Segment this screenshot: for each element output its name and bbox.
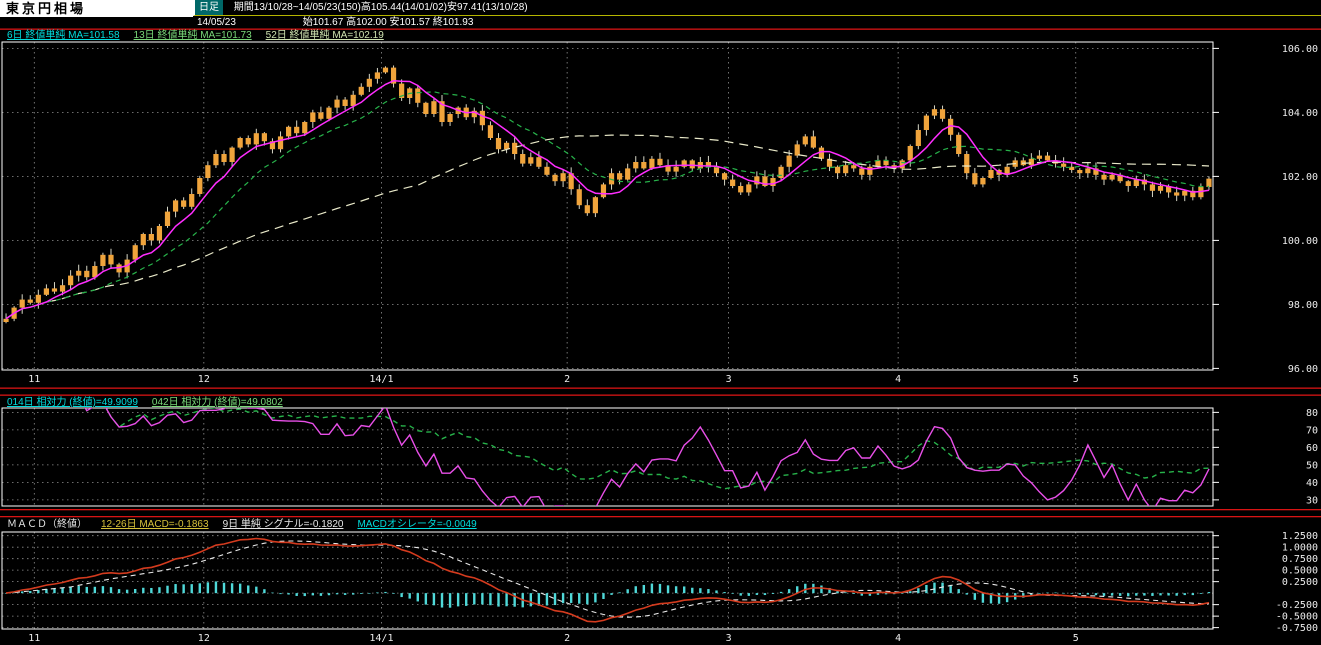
y-axis-label: 1.2500 [1282,531,1318,542]
rsi-panel-legend: 014日 相対力 (終値)=49.9099 042日 相対力 (終値)=49.08… [7,397,297,408]
y-axis-label: 100.00 [1282,236,1318,247]
period-range-label: 期間13/10/28~14/05/23(150)高105.44(14/01/02… [233,2,528,13]
y-axis-label: 106.00 [1282,44,1318,55]
y-axis-label: 1.0000 [1282,543,1318,554]
y-axis-label: 96.00 [1288,364,1318,375]
separator-line [0,387,1321,389]
ma-legend-item[interactable]: 13日 終値単純 MA=101.73 [134,30,252,41]
separator-line [0,509,1321,511]
x-axis-label: 11 [28,374,40,385]
x-axis-label: 2 [564,374,570,385]
x-axis-label: 3 [726,374,732,385]
rsi-legend-item[interactable]: 014日 相対力 (終値)=49.9099 [7,397,138,408]
x-axis-label: 2 [564,633,570,644]
x-axis-label: 4 [895,374,901,385]
price-panel-legend: 6日 終値単純 MA=101.58 13日 終値単純 MA=101.73 52日 終… [7,30,398,41]
y-axis-label: -0.7500 [1276,623,1318,634]
macd-legend-item[interactable]: 12-26日 MACD=-0.1863 [101,519,209,530]
current-date-label: 14/05/23 [197,17,236,28]
y-axis-label: -0.2500 [1276,600,1318,611]
price-panel [3,65,1212,324]
x-axis-label: 5 [1073,374,1079,385]
day-ohlc-label: 始101.67 高102.00 安101.57 終101.93 [302,17,474,28]
x-axis-label: 14/1 [369,633,393,644]
x-axis-label: 11 [28,633,40,644]
y-axis-label: 0.5000 [1282,566,1318,577]
y-axis-label: 50 [1306,460,1318,471]
y-axis-label: 40 [1306,478,1318,489]
timeframe-label[interactable]: 日足 [195,0,223,15]
y-axis-label: 98.00 [1288,300,1318,311]
x-axis-label: 12 [198,633,210,644]
window-title: 東京円相場 [0,0,193,17]
rsi-legend-item[interactable]: 042日 相対力 (終値)=49.0802 [152,397,283,408]
ma-legend-item[interactable]: 6日 終値単純 MA=101.58 [7,30,120,41]
y-axis-label: 30 [1306,495,1318,506]
y-axis-label: 0.7500 [1282,554,1318,565]
macd-panel-legend: ＭＡＣＤ（終値） 12-26日 MACD=-0.1863 9日 単純 シグナル=-0… [7,519,491,530]
chart-info-line1: 日足 期間13/10/28~14/05/23(150)高105.44(14/01… [193,0,1321,16]
y-axis-label: 104.00 [1282,108,1318,119]
x-axis-label: 3 [726,633,732,644]
x-axis-label: 5 [1073,633,1079,644]
y-axis-label: 80 [1306,408,1318,419]
separator-line [0,394,1321,396]
macd-legend-item[interactable]: 9日 単純 シグナル=-0.1820 [223,519,344,530]
y-axis-label: 70 [1306,425,1318,436]
ma-legend-item[interactable]: 52日 終値単純 MA=102.19 [266,30,384,41]
macd-panel [4,537,1211,623]
macd-legend-item[interactable]: MACDオシレータ=-0.0049 [357,519,476,530]
y-axis-label: -0.5000 [1276,612,1318,623]
y-axis-label: 60 [1306,443,1318,454]
macd-legend-item[interactable]: ＭＡＣＤ（終値） [7,519,87,530]
y-axis-label: 102.00 [1282,172,1318,183]
chart-terminal-screen: 106.00 104.00 102.00 100.00 98.00 96.00 80 70 60… [0,0,1321,645]
x-axis-label: 14/1 [369,374,393,385]
x-axis-label: 12 [198,374,210,385]
charts-canvas: 106.00 104.00 102.00 100.00 98.00 96.00 80 70 60… [0,28,1321,644]
chart-info-line2: 14/05/23 始101.67 高102.00 安101.57 終101.93 [197,16,473,29]
x-axis-label: 4 [895,633,901,644]
y-axis-label: 0.2500 [1282,577,1318,588]
separator-line [0,516,1321,518]
